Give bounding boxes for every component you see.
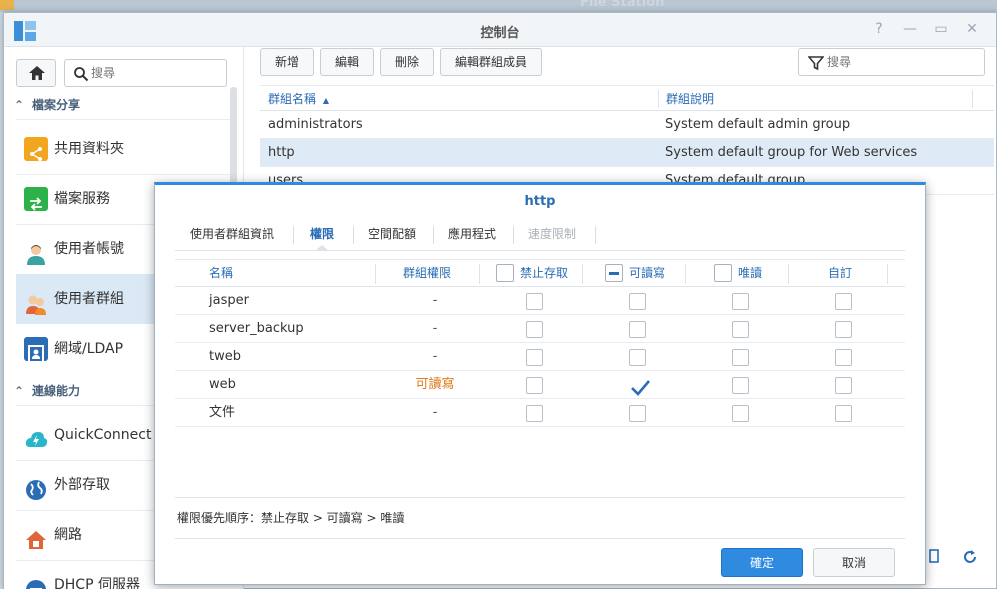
column-header-group-description[interactable]: 群組說明	[658, 86, 714, 112]
section-header-file-sharing[interactable]: ⌃ 檔案分享	[4, 91, 230, 119]
table-row[interactable]: server_backup -	[175, 315, 905, 343]
minimize-icon[interactable]: —	[901, 20, 919, 38]
column-header-read-only: 唯讀	[738, 266, 763, 280]
checkmark-icon	[631, 380, 650, 396]
window-title: 控制台	[480, 26, 520, 41]
checkbox-custom[interactable]	[835, 321, 852, 338]
checkbox-custom[interactable]	[835, 293, 852, 310]
external-access-icon	[24, 473, 48, 500]
permission-table-header: 名稱 群組權限 禁止存取 可讀寫 唯讀 自訂	[175, 259, 905, 287]
dhcp-server-icon	[24, 573, 48, 589]
checkbox-no-access[interactable]	[526, 377, 543, 394]
checkbox-read-only[interactable]	[732, 377, 749, 394]
table-row[interactable]: 文件 -	[175, 399, 905, 427]
checkbox-no-access[interactable]	[526, 293, 543, 310]
header-checkbox-read-write[interactable]	[605, 264, 623, 282]
tab-group-info[interactable]: 使用者群組資訊	[175, 219, 289, 249]
checkbox-no-access[interactable]	[526, 405, 543, 422]
user-icon	[24, 237, 48, 265]
chevron-up-icon: ⌃	[14, 98, 25, 112]
window-titlebar[interactable]: 控制台 ? — ▭ ✕	[4, 13, 996, 47]
edit-members-button[interactable]: 編輯群組成員	[440, 48, 542, 76]
cancel-button[interactable]: 取消	[813, 548, 895, 577]
edit-button[interactable]: 編輯	[320, 48, 374, 76]
column-header-name[interactable]: 名稱	[209, 260, 233, 287]
permission-dialog: http 使用者群組資訊 權限 空間配額 應用程式 速度限制 名稱 群組權限 禁…	[154, 182, 926, 585]
pagination-toolbar	[926, 545, 996, 569]
column-header-read-write: 可讀寫	[629, 266, 666, 280]
create-button[interactable]: 新增	[260, 48, 314, 76]
column-header-custom: 自訂	[827, 266, 852, 280]
group-table-header: 群組名稱 ▲ 群組說明	[260, 85, 994, 111]
checkbox-custom[interactable]	[835, 405, 852, 422]
permission-priority-note: 權限優先順序：禁止存取 > 可讀寫 > 唯讀	[177, 511, 405, 525]
checkbox-read-write[interactable]	[629, 321, 646, 338]
checkbox-read-write[interactable]	[629, 349, 646, 366]
search-icon	[74, 67, 89, 82]
checkbox-read-write-checked[interactable]	[629, 377, 650, 396]
filter-search-input[interactable]	[827, 53, 977, 71]
checkbox-read-write[interactable]	[629, 405, 646, 422]
header-checkbox-no-access[interactable]	[496, 264, 514, 282]
list-view-icon[interactable]	[928, 549, 940, 563]
column-header-group-name[interactable]: 群組名稱 ▲	[260, 86, 329, 112]
checkbox-custom[interactable]	[835, 349, 852, 366]
file-services-icon	[24, 187, 48, 211]
background-window-title: File Station	[580, 0, 665, 10]
active-tab-indicator	[315, 245, 329, 251]
sidebar-search-box[interactable]	[64, 59, 227, 87]
permission-table: 名稱 群組權限 禁止存取 可讀寫 唯讀 自訂 jasper - server_b	[175, 259, 905, 499]
sidebar-item-shared-folder[interactable]: 共用資料夾	[16, 124, 230, 174]
delete-button[interactable]: 刪除	[380, 48, 434, 76]
maximize-icon[interactable]: ▭	[932, 20, 950, 38]
dialog-title: http	[524, 194, 556, 209]
shared-folder-icon	[24, 137, 48, 161]
checkbox-read-only[interactable]	[732, 293, 749, 310]
table-row[interactable]: administrators System default admin grou…	[260, 111, 994, 139]
home-button[interactable]	[16, 59, 56, 87]
dialog-tab-bar: 使用者群組資訊 權限 空間配額 應用程式 速度限制	[175, 219, 905, 251]
table-row-selected[interactable]: http System default group for Web servic…	[260, 139, 994, 167]
group-icon	[24, 287, 48, 315]
checkbox-custom[interactable]	[835, 377, 852, 394]
ok-button[interactable]: 確定	[721, 548, 803, 577]
domain-ldap-icon	[24, 337, 48, 363]
filter-icon	[808, 56, 824, 71]
close-icon[interactable]: ✕	[963, 20, 981, 38]
tab-quota[interactable]: 空間配額	[355, 219, 429, 249]
home-icon	[29, 66, 45, 80]
checkbox-read-only[interactable]	[732, 321, 749, 338]
table-row[interactable]: jasper -	[175, 287, 905, 315]
network-icon	[24, 523, 48, 549]
tab-applications[interactable]: 應用程式	[435, 219, 509, 249]
table-row[interactable]: tweb -	[175, 343, 905, 371]
help-icon[interactable]: ?	[870, 20, 888, 38]
sidebar-search-input[interactable]	[91, 64, 221, 82]
checkbox-read-only[interactable]	[732, 349, 749, 366]
tab-speed-limit: 速度限制	[527, 227, 576, 241]
checkbox-read-only[interactable]	[732, 405, 749, 422]
refresh-icon[interactable]	[962, 549, 978, 565]
checkbox-no-access[interactable]	[526, 321, 543, 338]
filter-search-box[interactable]	[798, 48, 985, 76]
checkbox-read-write[interactable]	[629, 293, 646, 310]
desktop-background	[0, 0, 997, 12]
header-checkbox-read-only[interactable]	[714, 264, 732, 282]
sort-ascending-icon: ▲	[322, 96, 329, 105]
table-row[interactable]: web 可讀寫	[175, 371, 905, 399]
group-table: 群組名稱 ▲ 群組說明 administrators System defaul…	[260, 85, 994, 195]
column-header-no-access: 禁止存取	[520, 266, 569, 280]
quickconnect-icon	[24, 423, 48, 447]
chevron-up-icon: ⌃	[14, 384, 25, 398]
desktop-app-icon[interactable]	[0, 0, 14, 10]
column-header-group-permission[interactable]: 群組權限	[375, 260, 479, 287]
checkbox-no-access[interactable]	[526, 349, 543, 366]
